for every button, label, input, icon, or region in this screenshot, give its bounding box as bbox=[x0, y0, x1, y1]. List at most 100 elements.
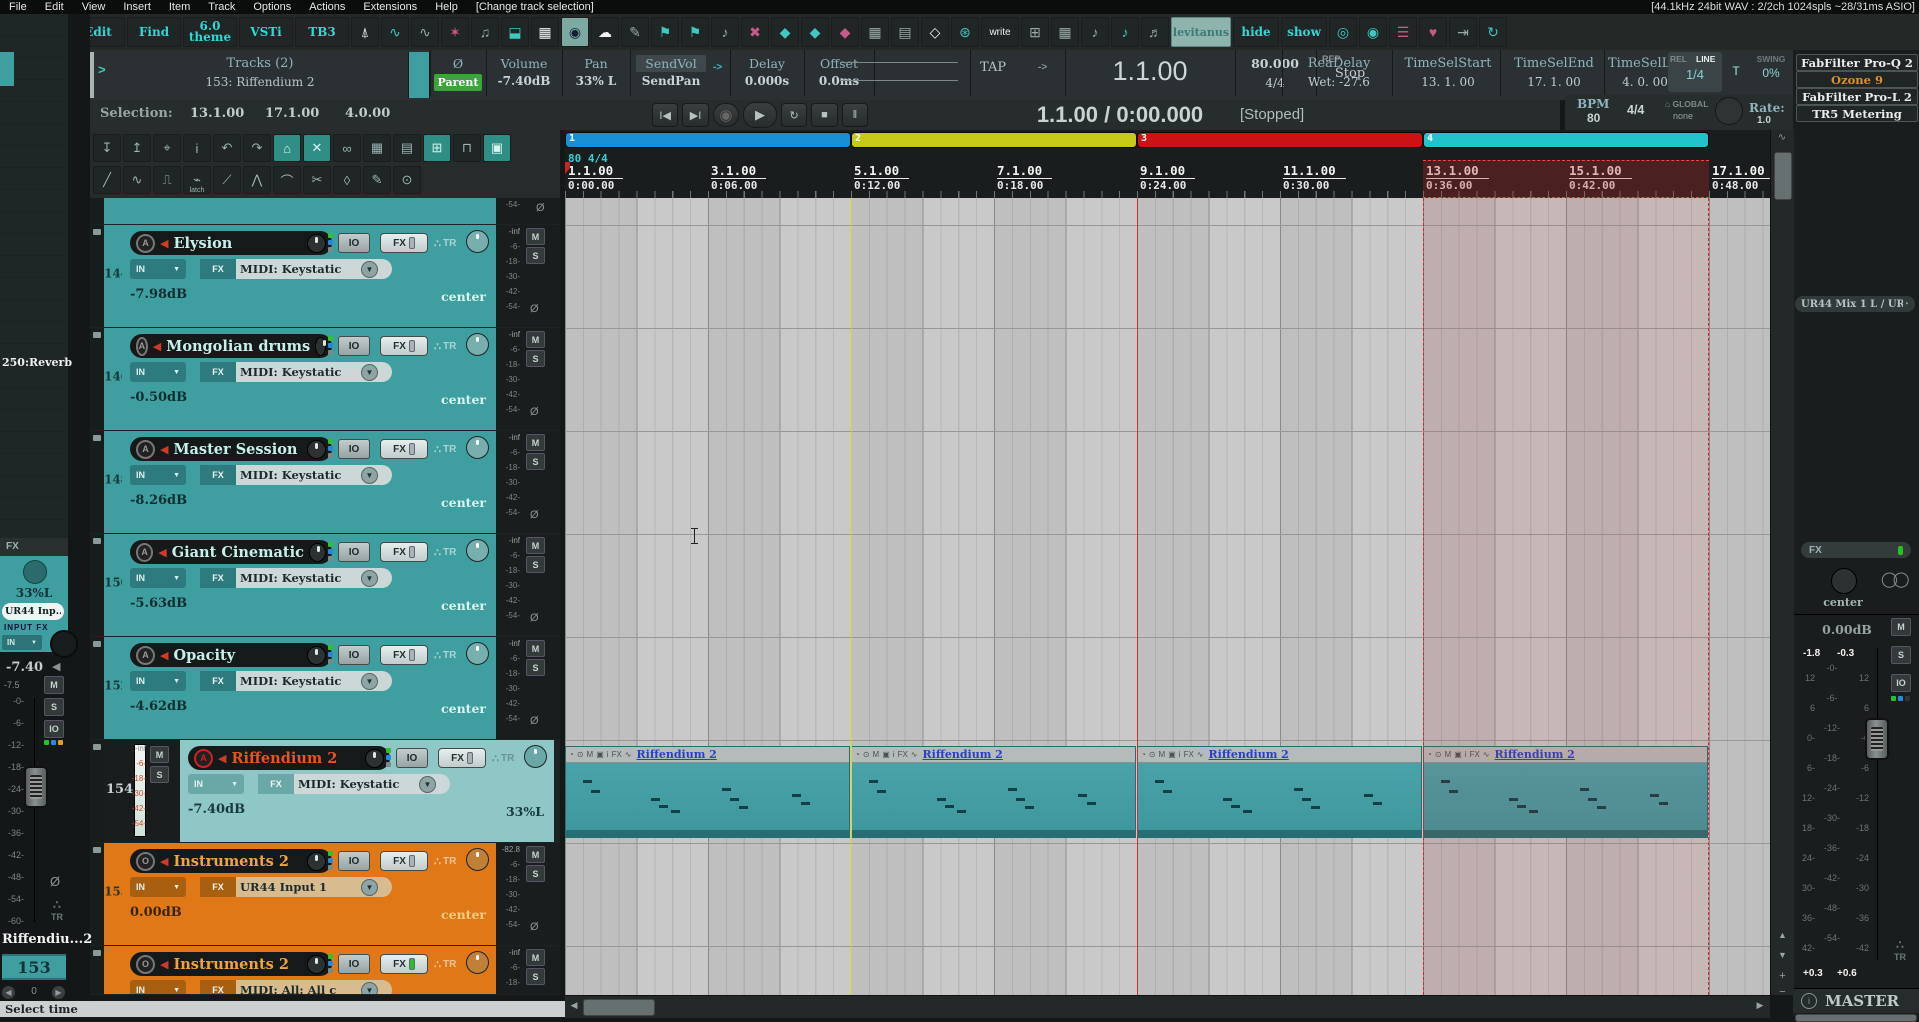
record-arm-button[interactable]: A bbox=[136, 542, 154, 562]
track-volume[interactable]: -7.40dB bbox=[188, 802, 278, 818]
master-info-icon[interactable]: i bbox=[1801, 993, 1817, 1009]
phase-button[interactable]: Ø bbox=[536, 202, 545, 214]
track-155[interactable]: 155 O ◀ Instruments 2 IO FX ∴ TR IN ▼ FX UR44 Input… bbox=[90, 843, 560, 945]
info-icon[interactable]: i bbox=[183, 134, 211, 162]
input-fx-tag[interactable]: FX bbox=[258, 774, 294, 794]
fx-button[interactable]: FX bbox=[380, 439, 428, 459]
mixer-scroll-left[interactable]: ◀ bbox=[2, 986, 15, 999]
grid-cells-icon[interactable]: ▦ bbox=[531, 17, 559, 47]
pan-knob[interactable] bbox=[524, 745, 547, 768]
undo-icon[interactable]: ↶ bbox=[213, 134, 241, 162]
ruler-bar-label[interactable]: 3.1.00 bbox=[711, 163, 767, 179]
menu-item-extensions[interactable]: Extensions bbox=[354, 1, 426, 13]
region-marker-4[interactable]: 4 bbox=[1423, 132, 1709, 148]
show-button[interactable]: show bbox=[1281, 17, 1327, 47]
go-start-button[interactable]: I◀ bbox=[652, 103, 679, 127]
io-button[interactable]: IO bbox=[338, 439, 370, 459]
input-dropdown-icon[interactable]: ▼ bbox=[361, 981, 378, 994]
record-arm-button[interactable]: A bbox=[136, 645, 155, 665]
menu-item-insert[interactable]: Insert bbox=[114, 1, 160, 13]
phase-button[interactable]: Ø bbox=[530, 715, 539, 727]
fx-button[interactable]: FX bbox=[380, 645, 428, 665]
media-item-header[interactable]: ◔ ⊙ M ▣ i FX ∿ Riffendium 2 bbox=[1138, 747, 1421, 763]
phase-button[interactable]: Ø bbox=[530, 509, 539, 521]
env-ramp-icon[interactable]: ⟋ bbox=[213, 166, 241, 194]
hide-button[interactable]: hide bbox=[1233, 17, 1279, 47]
crosshair-icon[interactable]: ✕ bbox=[303, 134, 331, 162]
fx-chain-item[interactable]: 250:Reverb bbox=[2, 356, 72, 370]
fx-button[interactable]: FX bbox=[438, 748, 486, 768]
eraser-icon[interactable]: ◇ bbox=[921, 17, 949, 47]
select-square-icon[interactable]: ▣ bbox=[483, 134, 511, 162]
timselend-value[interactable]: 17. 1. 00 bbox=[1504, 75, 1604, 90]
phase-value[interactable]: Parent bbox=[434, 74, 482, 91]
phase-button[interactable]: Ø bbox=[530, 303, 539, 315]
input-dropdown-icon[interactable]: ▼ bbox=[361, 878, 378, 896]
vsti-button[interactable]: VSTi bbox=[239, 17, 293, 47]
sendvol-label[interactable]: SendVol bbox=[636, 55, 706, 72]
mixer-scroll-right[interactable]: ▶ bbox=[52, 986, 65, 999]
vzoom-in-button[interactable]: + bbox=[1775, 970, 1790, 985]
hscroll-thumb[interactable] bbox=[583, 999, 655, 1016]
track-144[interactable]: 144 A ◀ Elysion IO FX ∴ TR IN ▼ FX MIDI: Keystatic ▼… bbox=[90, 225, 560, 327]
input-dropdown-icon[interactable]: ▼ bbox=[361, 672, 378, 690]
region-marker-3[interactable]: 3 bbox=[1137, 132, 1423, 148]
global-value[interactable]: none bbox=[1673, 111, 1707, 122]
line-label[interactable]: LINE bbox=[1696, 54, 1722, 64]
solo-button[interactable]: S bbox=[526, 659, 545, 676]
track-volume[interactable]: -8.26dB bbox=[130, 493, 220, 509]
track-154[interactable]: 154 -inf -6- -18- -30- -42- -54- M S A ◀ Riffendium… bbox=[90, 740, 560, 842]
master-fx-bar[interactable]: FX bbox=[1801, 542, 1911, 558]
master-solo-button[interactable]: S bbox=[1891, 646, 1911, 664]
repeat-button[interactable]: ↻ bbox=[780, 103, 808, 127]
hscroll-right-arrow[interactable]: ▶ bbox=[1753, 1000, 1767, 1014]
io-button[interactable]: IO bbox=[338, 233, 370, 253]
vscroll-thumb[interactable] bbox=[1774, 152, 1792, 200]
input-source-pill[interactable]: MIDI: Keystatic ▼ bbox=[294, 774, 450, 794]
input-dropdown-icon[interactable]: ▼ bbox=[361, 569, 378, 587]
track-volume[interactable]: -0.50dB bbox=[130, 390, 220, 406]
play-button[interactable]: ▶ bbox=[743, 102, 777, 128]
input-dropdown-icon[interactable]: ▼ bbox=[419, 775, 436, 793]
media-item-body[interactable] bbox=[1138, 763, 1421, 830]
input-fx-tag[interactable]: FX bbox=[200, 568, 236, 588]
track-name-pill[interactable]: O ◀ Instruments 2 bbox=[130, 952, 332, 976]
tb3-button[interactable]: TB3 bbox=[295, 17, 349, 47]
track-volume[interactable]: -4.62dB bbox=[130, 699, 220, 715]
menu-item-actions[interactable]: Actions bbox=[300, 1, 354, 13]
track-pan[interactable]: center bbox=[396, 907, 486, 923]
master-fader-handle[interactable] bbox=[1865, 718, 1889, 760]
marker-m-icon[interactable]: ⚑ bbox=[651, 17, 679, 47]
position-readout[interactable]: 1.1.00 bbox=[1075, 56, 1225, 92]
track-panel[interactable]: A ◀ Riffendium 2 IO FX ∴ TR IN ▼ FX MIDI: Keystati… bbox=[180, 740, 554, 842]
note-grid-1-icon[interactable]: ▦ bbox=[1051, 17, 1079, 47]
pan-knob[interactable] bbox=[466, 436, 489, 459]
input-button[interactable]: IN ▼ bbox=[130, 568, 186, 588]
ruler-bar-label[interactable]: 5.1.00 bbox=[854, 163, 910, 179]
input-source-pill[interactable]: MIDI: All: All c ▼ bbox=[236, 980, 392, 994]
position-time-readout[interactable]: 1.1.00 / 0:00.000 bbox=[970, 102, 1270, 128]
fx-button[interactable]: FX bbox=[380, 336, 428, 356]
env-latch-icon[interactable]: ⌁ latch bbox=[183, 166, 211, 194]
vzoom-out-button[interactable]: − bbox=[1775, 986, 1790, 1001]
envelope-hand-icon[interactable]: ∿ bbox=[411, 17, 439, 47]
step-icon[interactable]: ⊞ bbox=[1021, 17, 1049, 47]
mixer-pan-value[interactable]: 33%L bbox=[0, 586, 68, 600]
record-arm-button[interactable]: A bbox=[136, 336, 148, 356]
scissors-icon[interactable]: ✂ bbox=[303, 166, 331, 194]
fx-button[interactable]: FX bbox=[380, 233, 428, 253]
marker-v-icon[interactable]: ⚑ bbox=[681, 17, 709, 47]
theme-button[interactable]: 6.0 theme bbox=[183, 17, 237, 47]
input-source-pill[interactable]: MIDI: Keystatic ▼ bbox=[236, 568, 392, 588]
pencil-icon[interactable]: ✎ bbox=[363, 166, 391, 194]
master-volume-value[interactable]: 0.00dB bbox=[1809, 622, 1885, 637]
grid-icon[interactable]: ▦ bbox=[363, 134, 391, 162]
track-panel[interactable]: O ◀ Instruments 2 IO FX ∴ TR IN ▼ FX MIDI: All: Al… bbox=[122, 946, 496, 994]
pan-label[interactable]: Pan bbox=[562, 56, 630, 72]
plugin-button-1[interactable]: FabFilter Pro-Q 2 bbox=[1796, 54, 1918, 71]
bpm-signature[interactable]: 4/4 bbox=[1627, 103, 1657, 119]
input-button[interactable]: IN ▼ bbox=[130, 362, 186, 382]
master-io-button[interactable]: IO bbox=[1891, 674, 1911, 692]
move-cursor-icon[interactable]: ⇥ bbox=[1449, 17, 1477, 47]
input-button[interactable]: IN ▼ bbox=[130, 980, 186, 994]
